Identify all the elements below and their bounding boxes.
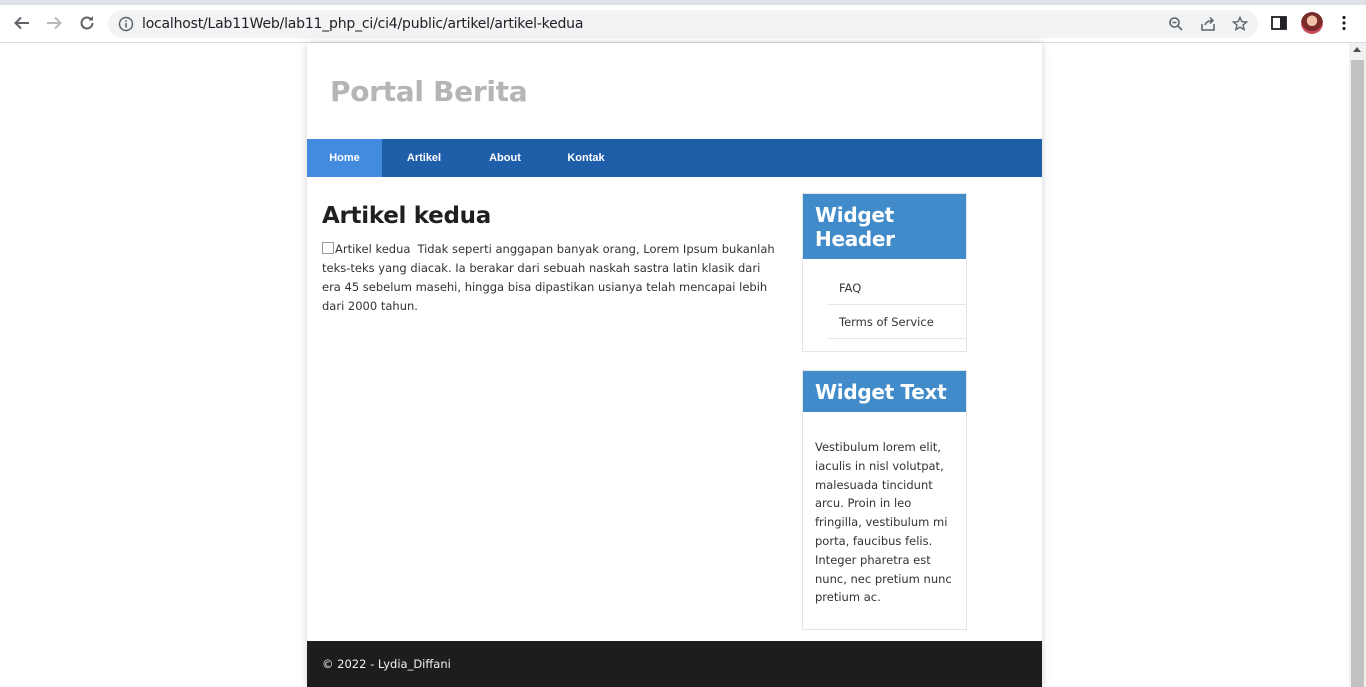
vertical-scrollbar[interactable] (1349, 43, 1366, 687)
nav-item-home[interactable]: Home (307, 139, 382, 177)
nav-item-artikel[interactable]: Artikel (382, 139, 466, 177)
forward-arrow-icon (47, 16, 62, 30)
scroll-up-arrow-icon[interactable] (1353, 47, 1361, 52)
widget-link-faq[interactable]: FAQ (827, 271, 966, 305)
widget-header-box: Widget Header FAQ Terms of Service (802, 193, 967, 352)
widget-link-terms[interactable]: Terms of Service (827, 305, 966, 339)
article-body: Artikel kedua Tidak seperti anggapan bany… (322, 240, 777, 316)
info-icon[interactable] (118, 16, 134, 32)
address-bar[interactable]: localhost/Lab11Web/lab11_php_ci/ci4/publ… (108, 10, 1258, 38)
site-header: Portal Berita (307, 43, 1042, 139)
reload-icon (80, 16, 94, 30)
side-panel-icon[interactable] (1270, 14, 1288, 32)
forward-button[interactable] (43, 12, 65, 34)
tab-strip (0, 0, 1366, 5)
widget-text-box: Widget Text Vestibulum lorem elit, iacul… (802, 370, 967, 631)
site-footer: © 2022 - Lydia_Diffani (307, 641, 1042, 687)
zoom-icon[interactable] (1168, 16, 1184, 32)
widget-header-title: Widget Header (803, 194, 966, 259)
back-arrow-icon (14, 16, 29, 30)
back-button[interactable] (11, 12, 33, 34)
bookmark-star-icon[interactable] (1232, 16, 1248, 32)
main-navbar: Home Artikel About Kontak (307, 139, 1042, 177)
article-image: Artikel kedua (322, 240, 410, 259)
nav-item-about[interactable]: About (466, 139, 544, 177)
more-menu-icon[interactable] (1335, 14, 1353, 32)
browser-toolbar: localhost/Lab11Web/lab11_php_ci/ci4/publ… (0, 0, 1366, 43)
footer-copyright: © 2022 - Lydia_Diffani (322, 657, 451, 671)
page-container: Portal Berita Home Artikel About Kontak … (307, 43, 1042, 687)
widget-link-list: FAQ Terms of Service (803, 259, 966, 351)
site-title: Portal Berita (330, 75, 528, 108)
profile-avatar[interactable] (1301, 12, 1323, 34)
article-content: Artikel kedua Artikel kedua Tidak seperti… (322, 203, 777, 316)
scroll-thumb[interactable] (1351, 60, 1364, 687)
nav-item-kontak[interactable]: Kontak (544, 139, 628, 177)
article-title: Artikel kedua (322, 203, 491, 229)
reload-button[interactable] (76, 12, 98, 34)
widget-text-title: Widget Text (803, 371, 966, 412)
broken-image-icon (322, 242, 334, 254)
article-image-alt: Artikel kedua (335, 242, 411, 256)
url-text[interactable]: localhost/Lab11Web/lab11_php_ci/ci4/publ… (142, 16, 583, 32)
share-icon[interactable] (1200, 16, 1216, 32)
widget-text-body: Vestibulum lorem elit, iaculis in nisl v… (815, 440, 952, 605)
